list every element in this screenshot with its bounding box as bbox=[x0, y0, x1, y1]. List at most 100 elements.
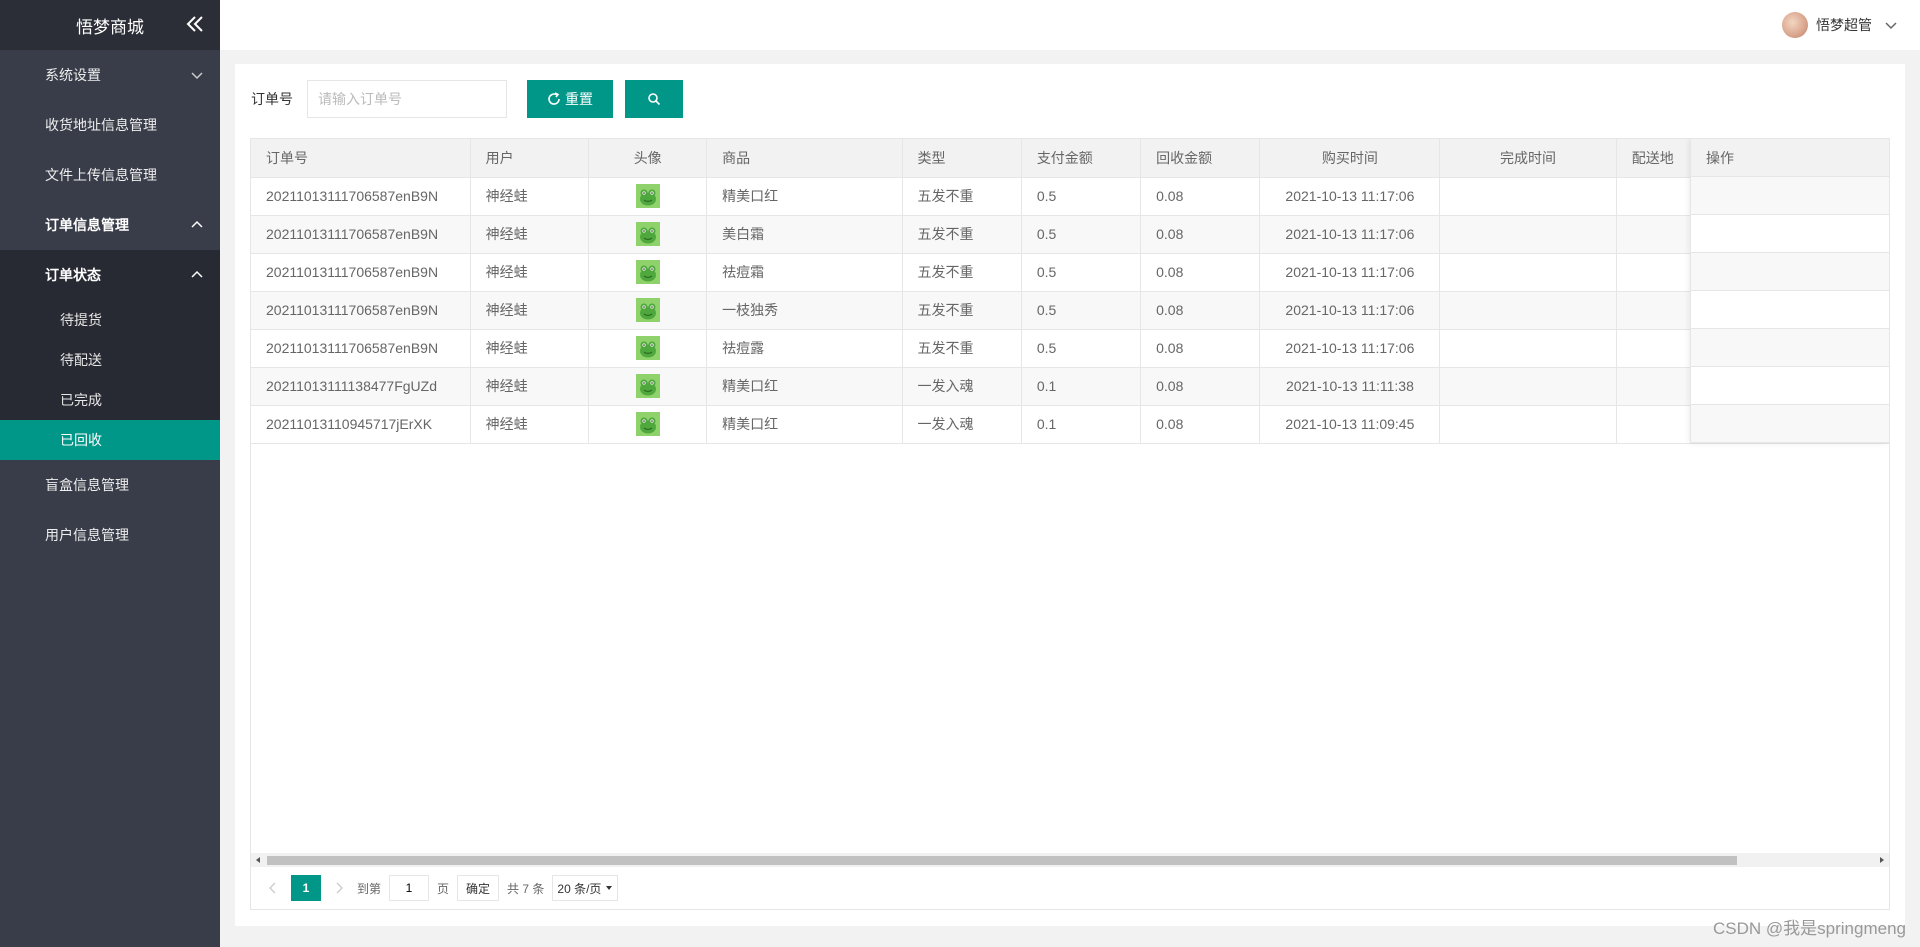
next-page-button[interactable] bbox=[329, 878, 349, 898]
scroll-right-icon[interactable] bbox=[1878, 856, 1886, 864]
order-table: 订单号 用户 头像 商品 类型 支付金额 回收金额 购买时间 完成时间 配送地 … bbox=[250, 138, 1890, 910]
table-row[interactable]: 20211013111706587enB9N 神经蛙 美白霜 五发不重 0.5 0.08 2… bbox=[251, 215, 1889, 254]
actions-cell bbox=[1691, 291, 1889, 329]
table-cell: 精美口红 bbox=[706, 177, 903, 216]
frog-avatar-icon bbox=[635, 184, 660, 208]
current-page[interactable]: 1 bbox=[291, 875, 321, 901]
column-header[interactable]: 购买时间 bbox=[1259, 139, 1441, 178]
table-row[interactable]: 20211013111706587enB9N 神经蛙 祛痘露 五发不重 0.5 0.08 2… bbox=[251, 329, 1889, 368]
table-cell: 精美口红 bbox=[706, 405, 903, 444]
sidebar-subitem-pending-delivery[interactable]: 待配送 bbox=[0, 340, 220, 380]
sidebar-subitem-completed[interactable]: 已完成 bbox=[0, 380, 220, 420]
table-cell: 五发不重 bbox=[902, 253, 1022, 292]
actions-cell bbox=[1691, 177, 1889, 215]
sidebar-item-order-management[interactable]: 订单信息管理 bbox=[0, 200, 220, 250]
table-header-row: 订单号 用户 头像 商品 类型 支付金额 回收金额 购买时间 完成时间 配送地 bbox=[251, 139, 1889, 178]
column-header[interactable]: 回收金额 bbox=[1140, 139, 1261, 178]
table-cell: 五发不重 bbox=[902, 215, 1022, 254]
frog-avatar-icon bbox=[635, 374, 660, 398]
frog-avatar-icon bbox=[635, 412, 660, 436]
reset-button[interactable]: 重置 bbox=[527, 80, 613, 118]
collapse-sidebar-icon[interactable] bbox=[184, 13, 206, 35]
column-header[interactable]: 用户 bbox=[470, 139, 590, 178]
avatar bbox=[1782, 12, 1808, 38]
search-button[interactable] bbox=[625, 80, 683, 118]
table-cell: 2021-10-13 11:17:06 bbox=[1259, 253, 1441, 292]
table-cell: 神经蛙 bbox=[470, 215, 590, 254]
order-number-input[interactable] bbox=[307, 80, 507, 118]
table-cell bbox=[1439, 329, 1617, 368]
goto-page-input[interactable] bbox=[389, 875, 430, 901]
table-cell: 祛痘露 bbox=[706, 329, 903, 368]
watermark: CSDN @我是springmeng bbox=[1713, 919, 1906, 938]
table-row[interactable]: 20211013111138477FgUZd 神经蛙 精美口红 一发入魂 0.1 0.08… bbox=[251, 367, 1889, 406]
order-status-submenu: 待提货 待配送 已完成 已回收 bbox=[0, 300, 220, 460]
app-title: 悟梦商城 bbox=[76, 17, 144, 37]
table-cell: 0.08 bbox=[1140, 253, 1261, 292]
sidebar-subitem-pending-pickup[interactable]: 待提货 bbox=[0, 300, 220, 340]
table-cell: 一发入魂 bbox=[902, 367, 1022, 406]
sidebar-item-blindbox-management[interactable]: 盲盒信息管理 bbox=[0, 460, 220, 510]
table-cell: 0.5 bbox=[1021, 177, 1142, 216]
prev-page-button[interactable] bbox=[263, 878, 283, 898]
table-cell: 2021-10-13 11:11:38 bbox=[1259, 367, 1441, 406]
table-cell: 0.08 bbox=[1140, 367, 1261, 406]
frog-avatar-icon bbox=[635, 336, 660, 360]
table-cell: 神经蛙 bbox=[470, 177, 590, 216]
column-header[interactable]: 订单号 bbox=[251, 139, 471, 178]
column-header[interactable]: 完成时间 bbox=[1439, 139, 1617, 178]
actions-cell bbox=[1691, 215, 1889, 253]
table-cell: 2021-10-13 11:17:06 bbox=[1259, 215, 1441, 254]
table-row[interactable]: 20211013111706587enB9N 神经蛙 一枝独秀 五发不重 0.5 0.08… bbox=[251, 291, 1889, 330]
sidebar-subitem-recycled[interactable]: 已回收 bbox=[0, 420, 220, 460]
username: 悟梦超管 bbox=[1816, 17, 1872, 33]
chevron-up-icon bbox=[191, 220, 203, 228]
goto-confirm-button[interactable]: 确定 bbox=[457, 875, 500, 901]
table-cell: 20211013111706587enB9N bbox=[251, 177, 471, 216]
table-row[interactable]: 20211013111706587enB9N 神经蛙 精美口红 五发不重 0.5 0.08… bbox=[251, 177, 1889, 216]
horizontal-scrollbar[interactable] bbox=[251, 853, 1889, 867]
top-header: 悟梦超管 bbox=[220, 0, 1920, 50]
sidebar-item-address-management[interactable]: 收货地址信息管理 bbox=[0, 100, 220, 150]
actions-column-header: 操作 bbox=[1691, 139, 1889, 177]
column-header[interactable]: 商品 bbox=[706, 139, 903, 178]
order-table-grid: 订单号 用户 头像 商品 类型 支付金额 回收金额 购买时间 完成时间 配送地 … bbox=[251, 139, 1889, 444]
table-cell: 0.5 bbox=[1021, 215, 1142, 254]
table-cell: 20211013110945717jErXK bbox=[251, 405, 471, 444]
table-row[interactable]: 20211013111706587enB9N 神经蛙 祛痘霜 五发不重 0.5 0.08 2… bbox=[251, 253, 1889, 292]
table-cell: 2021-10-13 11:17:06 bbox=[1259, 329, 1441, 368]
page-size-select[interactable]: 20 条/页 bbox=[552, 875, 619, 901]
scrollbar-thumb[interactable] bbox=[267, 856, 1737, 865]
chevron-up-icon bbox=[191, 270, 203, 278]
sidebar-item-system-settings[interactable]: 系统设置 bbox=[0, 50, 220, 100]
refresh-icon bbox=[548, 92, 560, 105]
actions-cell bbox=[1691, 405, 1889, 443]
sidebar-item-order-status[interactable]: 订单状态 bbox=[0, 250, 220, 300]
table-cell: 神经蛙 bbox=[470, 291, 590, 330]
avatar-cell bbox=[588, 177, 708, 216]
table-cell: 0.1 bbox=[1021, 367, 1142, 406]
pagination: 1 到第 页 确定 共 7 条 20 条/页 bbox=[263, 869, 619, 907]
table-cell bbox=[1439, 405, 1617, 444]
scroll-left-icon[interactable] bbox=[254, 856, 262, 864]
column-header[interactable]: 支付金额 bbox=[1021, 139, 1142, 178]
sidebar-item-user-management[interactable]: 用户信息管理 bbox=[0, 510, 220, 560]
actions-cell bbox=[1691, 253, 1889, 291]
user-menu[interactable]: 悟梦超管 bbox=[1782, 12, 1898, 38]
column-header[interactable]: 头像 bbox=[588, 139, 708, 178]
column-header[interactable]: 类型 bbox=[902, 139, 1022, 178]
actions-cell bbox=[1691, 329, 1889, 367]
table-row[interactable]: 20211013110945717jErXK 神经蛙 精美口红 一发入魂 0.1 0.08… bbox=[251, 405, 1889, 444]
table-cell bbox=[1439, 215, 1617, 254]
table-cell: 0.08 bbox=[1140, 291, 1261, 330]
chevron-right-icon bbox=[336, 882, 343, 894]
sidebar-item-file-upload-management[interactable]: 文件上传信息管理 bbox=[0, 150, 220, 200]
avatar-cell bbox=[588, 367, 708, 406]
table-cell: 祛痘霜 bbox=[706, 253, 903, 292]
page-unit-label: 页 bbox=[437, 881, 450, 896]
page-size-value: 20 条/页 bbox=[557, 881, 602, 896]
avatar-cell bbox=[588, 329, 708, 368]
table-cell: 20211013111706587enB9N bbox=[251, 215, 471, 254]
avatar-cell bbox=[588, 405, 708, 444]
table-cell: 美白霜 bbox=[706, 215, 903, 254]
